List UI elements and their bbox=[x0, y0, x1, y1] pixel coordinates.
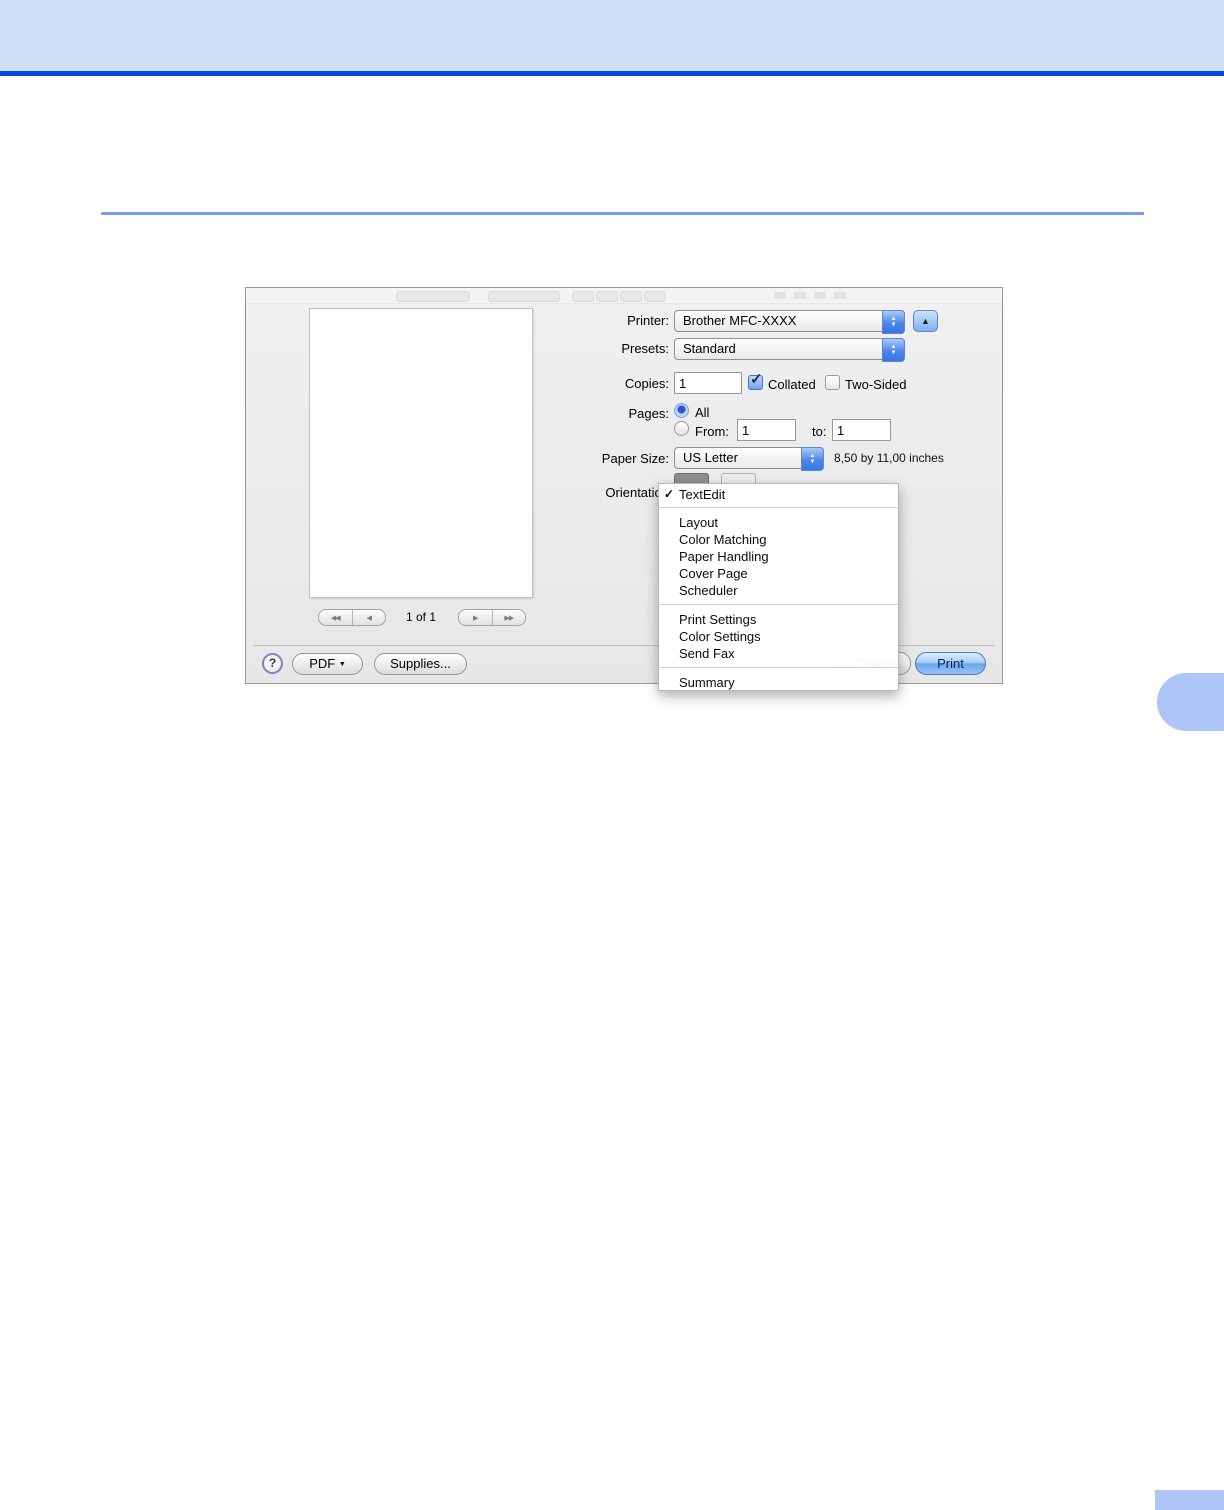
pages-from-label: From: bbox=[695, 424, 729, 439]
menu-separator bbox=[659, 667, 898, 668]
pages-all-radio[interactable] bbox=[674, 403, 689, 418]
pages-from-input[interactable] bbox=[737, 419, 796, 441]
printer-label: Printer: bbox=[627, 313, 669, 328]
paper-size-label: Paper Size: bbox=[601, 451, 669, 466]
paper-size-select-value: US Letter bbox=[683, 450, 738, 465]
pages-to-input[interactable] bbox=[832, 419, 891, 441]
menu-separator bbox=[659, 507, 898, 508]
background-toolbar-button bbox=[794, 292, 806, 299]
print-button[interactable]: Print bbox=[915, 652, 986, 675]
supplies-button[interactable]: Supplies... bbox=[374, 653, 467, 675]
pdf-button-label: PDF bbox=[309, 656, 336, 671]
presets-select-value: Standard bbox=[683, 341, 736, 356]
prev-page-icon[interactable]: ◀ bbox=[351, 610, 386, 625]
supplies-button-label: Supplies... bbox=[390, 656, 451, 671]
stepper-arrows-icon: ▲ ▼ bbox=[882, 310, 905, 334]
menu-item-textedit[interactable]: ✓ TextEdit bbox=[659, 486, 898, 503]
background-toolbar-button bbox=[774, 292, 786, 299]
menu-item-label: Summary bbox=[679, 675, 735, 690]
printer-select-value: Brother MFC-XXXX bbox=[683, 313, 797, 328]
stepper-down-icon: ▼ bbox=[809, 459, 816, 465]
orientation-label: Orientation bbox=[605, 485, 669, 500]
stepper-down-icon: ▼ bbox=[890, 350, 897, 356]
menu-item-label: Color Matching bbox=[679, 532, 767, 547]
pages-range-radio[interactable] bbox=[674, 421, 689, 436]
paper-dimensions-note: 8,50 by 11,00 inches bbox=[834, 451, 944, 465]
pages-label: Pages: bbox=[628, 406, 669, 421]
collated-label: Collated bbox=[768, 377, 816, 392]
collapse-arrow-icon: ▲ bbox=[921, 316, 930, 326]
page-count: 1 of 1 bbox=[405, 610, 437, 624]
pane-dropdown-menu: ✓ TextEdit Layout Color Matching Paper H… bbox=[658, 483, 899, 691]
page-top-banner bbox=[0, 0, 1224, 71]
first-page-icon[interactable]: ◀◀ bbox=[319, 610, 352, 625]
checkmark-icon: ✓ bbox=[750, 371, 763, 388]
printer-select[interactable]: Brother MFC-XXXX ▲ ▼ bbox=[674, 310, 905, 334]
pdf-menu-button[interactable]: PDF ▼ bbox=[292, 653, 363, 675]
collated-checkbox[interactable]: ✓ bbox=[748, 371, 763, 390]
menu-item-label: Layout bbox=[679, 515, 719, 530]
stepper-arrows-icon: ▲ ▼ bbox=[801, 447, 824, 471]
paper-size-select[interactable]: US Letter ▲ ▼ bbox=[674, 447, 824, 471]
two-sided-checkbox[interactable] bbox=[825, 375, 840, 390]
menu-item-label: Cover Page bbox=[679, 566, 748, 581]
preview-back-buttons[interactable]: ◀◀ ◀ bbox=[318, 609, 386, 626]
menu-item-summary[interactable]: Summary bbox=[659, 674, 898, 690]
help-icon: ? bbox=[268, 656, 277, 670]
menu-item-label: Send Fax bbox=[679, 646, 735, 661]
preview-forward-buttons[interactable]: ▶ ▶▶ bbox=[458, 609, 526, 626]
menu-item-scheduler[interactable]: Scheduler bbox=[659, 582, 898, 599]
section-heading-rule bbox=[101, 212, 1144, 215]
copies-input[interactable] bbox=[674, 372, 742, 394]
pdf-menu-arrow-icon: ▼ bbox=[338, 661, 346, 668]
menu-item-label: TextEdit bbox=[679, 487, 726, 502]
page-footer-tab bbox=[1155, 1490, 1224, 1510]
menu-item-print-settings[interactable]: Print Settings bbox=[659, 611, 898, 628]
background-toolbar-button bbox=[644, 291, 666, 302]
background-toolbar bbox=[246, 288, 1002, 304]
two-sided-label: Two-Sided bbox=[845, 377, 907, 392]
background-toolbar-button bbox=[596, 291, 618, 302]
print-button-label: Print bbox=[937, 656, 964, 671]
presets-select[interactable]: Standard ▲ ▼ bbox=[674, 338, 905, 362]
background-toolbar-button bbox=[814, 292, 826, 299]
next-page-icon[interactable]: ▶ bbox=[459, 610, 492, 625]
background-toolbar-button bbox=[834, 292, 846, 299]
background-toolbar-button bbox=[620, 291, 642, 302]
chapter-side-tab bbox=[1157, 673, 1224, 731]
stepper-down-icon: ▼ bbox=[890, 322, 897, 328]
menu-item-send-fax[interactable]: Send Fax bbox=[659, 645, 898, 662]
menu-item-label: Scheduler bbox=[679, 583, 738, 598]
checkmark-icon: ✓ bbox=[664, 487, 675, 501]
menu-item-label: Paper Handling bbox=[679, 549, 769, 564]
presets-label: Presets: bbox=[621, 341, 669, 356]
menu-item-label: Print Settings bbox=[679, 612, 757, 627]
collapse-dialog-button[interactable]: ▲ bbox=[913, 310, 938, 332]
copies-label: Copies: bbox=[624, 376, 669, 391]
menu-item-color-settings[interactable]: Color Settings bbox=[659, 628, 898, 645]
menu-item-layout[interactable]: Layout bbox=[659, 514, 898, 531]
background-toolbar-dropdown bbox=[396, 291, 470, 302]
banner-divider-line bbox=[0, 71, 1224, 76]
print-preview-page bbox=[309, 308, 533, 598]
background-toolbar-dropdown bbox=[488, 291, 560, 302]
help-button[interactable]: ? bbox=[262, 653, 283, 674]
menu-item-paper-handling[interactable]: Paper Handling bbox=[659, 548, 898, 565]
background-toolbar-button bbox=[572, 291, 594, 302]
menu-item-cover-page[interactable]: Cover Page bbox=[659, 565, 898, 582]
menu-separator bbox=[659, 604, 898, 605]
menu-item-label: Color Settings bbox=[679, 629, 761, 644]
last-page-icon[interactable]: ▶▶ bbox=[491, 610, 526, 625]
stepper-arrows-icon: ▲ ▼ bbox=[882, 338, 905, 362]
pages-to-label: to: bbox=[812, 424, 827, 439]
pages-all-label: All bbox=[695, 405, 710, 420]
menu-item-color-matching[interactable]: Color Matching bbox=[659, 531, 898, 548]
